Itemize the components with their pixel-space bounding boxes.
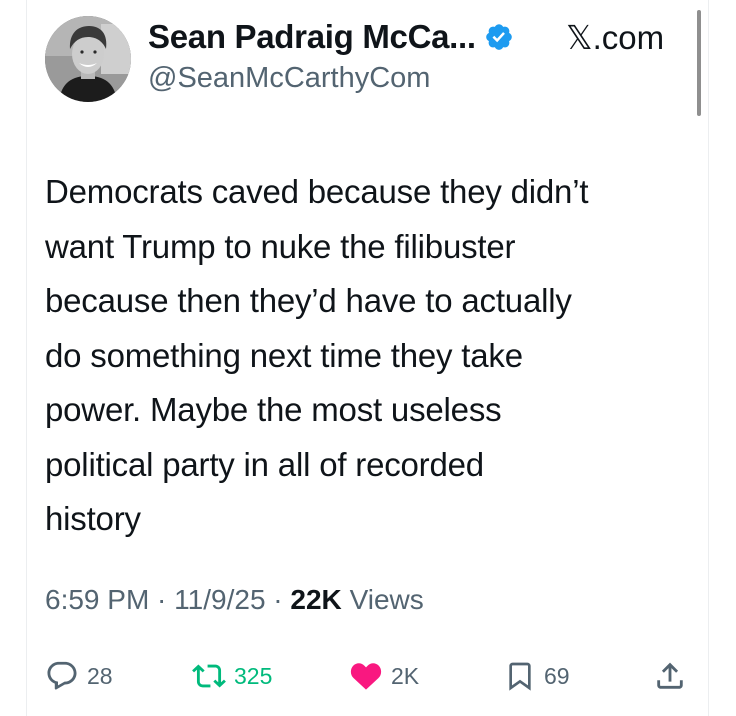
heart-icon <box>349 659 383 693</box>
tweet-text-line: political party in all of recorded <box>45 445 484 483</box>
tweet-text-line: Democrats caved because they didn’t <box>45 173 589 210</box>
bookmark-button[interactable]: 69 <box>504 656 570 696</box>
action-bar: 28 325 2K 69 <box>0 656 736 696</box>
tweet-text-line: do something next time they take <box>45 336 523 374</box>
share-upload-icon <box>653 659 687 693</box>
verified-badge-icon <box>484 22 514 52</box>
repost-button[interactable]: 325 <box>192 656 272 696</box>
avatar-portrait-image <box>45 16 131 102</box>
reply-icon <box>45 659 79 693</box>
scrollbar-thumb[interactable] <box>697 10 701 116</box>
card-left-border <box>26 0 27 716</box>
tweet-text-line: history <box>45 500 141 537</box>
tweet-text-line: want Trump to nuke the filibuster <box>45 227 516 265</box>
retweet-arrows-icon <box>192 659 226 693</box>
site-label: 𝕏.com <box>566 18 665 56</box>
like-count: 2K <box>391 662 420 689</box>
tweet-text: Democrats caved because they didn’t want… <box>45 165 695 547</box>
reply-count: 28 <box>87 662 113 689</box>
author-name-row[interactable]: Sean Padraig McCa... <box>148 14 514 60</box>
avatar[interactable] <box>45 16 131 102</box>
share-button[interactable] <box>653 656 687 696</box>
card-right-border <box>708 0 709 716</box>
tweet-time[interactable]: 6:59 PM <box>45 584 149 615</box>
tweet-meta: 6:59 PM · 11/9/25 · 22K Views <box>45 584 424 615</box>
like-button[interactable]: 2K <box>349 656 419 696</box>
reply-button[interactable]: 28 <box>45 656 113 696</box>
author-display-name[interactable]: Sean Padraig McCa... <box>148 18 476 56</box>
tweet-text-line: because then they’d have to actually <box>45 282 572 319</box>
tweet-date[interactable]: 11/9/25 <box>174 584 265 615</box>
tweet-card: Sean Padraig McCa... 𝕏.com @SeanMcCarthy… <box>0 0 736 716</box>
author-handle[interactable]: @SeanMcCarthyCom <box>148 62 430 95</box>
bookmark-icon <box>504 659 536 693</box>
views-count: 22K <box>290 584 342 615</box>
repost-count: 325 <box>234 662 273 689</box>
bookmark-count: 69 <box>544 662 570 689</box>
tweet-text-line: power. Maybe the most useless <box>45 391 502 428</box>
views-label: Views <box>349 584 424 615</box>
